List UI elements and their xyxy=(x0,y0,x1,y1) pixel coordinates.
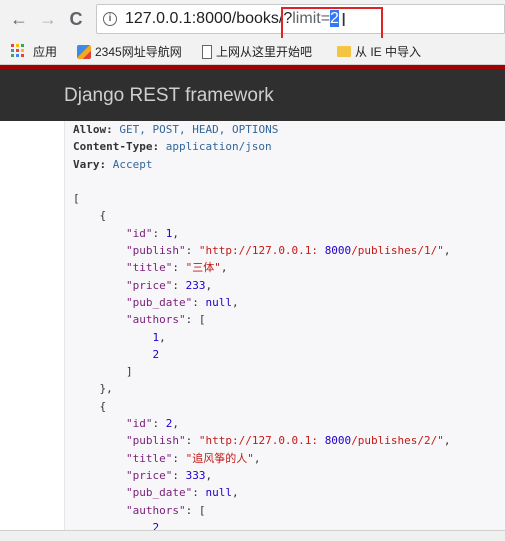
url-base: 127.0.0.1:8000/books/? xyxy=(125,10,293,27)
header-key: Content-Type: xyxy=(73,140,160,154)
bookmarks-bar: 应用 2345网址导航网 上网从这里开始吧 从 IE 中导入 xyxy=(0,38,505,65)
bookmark-label: 2345网址导航网 xyxy=(95,45,182,59)
bookmark-label: 从 IE 中导入 xyxy=(355,45,422,59)
browser-toolbar: ← → C i 127.0.0.1:8000/books/?limit=2 I xyxy=(0,0,505,38)
json-line: "authors": [ xyxy=(125,313,206,327)
json-line: 1, xyxy=(152,330,166,344)
json-body: [ { "id": 1, "publish": "http://127.0.0.… xyxy=(73,190,451,536)
bottom-status-bar xyxy=(0,530,505,541)
header-value: GET, POST, HEAD, OPTIONS xyxy=(119,123,279,136)
json-line: }, xyxy=(73,382,113,396)
json-line: "title": "追风筝的人", xyxy=(125,451,261,465)
json-line: "price": 333, xyxy=(125,468,213,482)
json-line: "authors": [ xyxy=(125,503,206,517)
folder-icon xyxy=(337,46,351,57)
header-value: application/json xyxy=(165,140,272,154)
json-line: 2 xyxy=(152,347,160,361)
json-line: "pub_date": null, xyxy=(125,486,239,500)
json-line: "title": "三体", xyxy=(125,261,228,275)
json-line: "id": 2, xyxy=(125,417,179,431)
info-icon[interactable]: i xyxy=(103,12,117,26)
back-icon[interactable]: ← xyxy=(9,9,29,29)
bookmark-apps[interactable]: 应用 xyxy=(33,43,57,60)
header-line: Allow: GET, POST, HEAD, OPTIONS xyxy=(73,121,451,138)
json-line: "publish": "http://127.0.0.1: 8000/publi… xyxy=(125,434,451,448)
site-logo-icon xyxy=(77,45,91,59)
bookmark-start[interactable]: 上网从这里开始吧 xyxy=(202,43,312,60)
header-value: Accept xyxy=(112,157,153,171)
header-key: Allow: xyxy=(73,123,113,136)
bookmark-label: 应用 xyxy=(33,45,58,59)
json-line: "pub_date": null, xyxy=(125,295,239,309)
drf-navbar: Django REST framework xyxy=(0,69,505,121)
bookmark-label: 上网从这里开始吧 xyxy=(216,45,313,59)
forward-icon[interactable]: → xyxy=(38,9,58,29)
response-panel: Allow: GET, POST, HEAD, OPTIONS Content-… xyxy=(64,121,505,540)
header-line: Content-Type: application/json xyxy=(73,138,451,155)
json-line: { xyxy=(73,399,107,413)
json-line: ] xyxy=(73,365,133,379)
left-margin xyxy=(0,121,64,540)
drf-brand[interactable]: Django REST framework xyxy=(64,85,274,107)
response-code: Allow: GET, POST, HEAD, OPTIONS Content-… xyxy=(73,121,451,536)
header-line: Vary: Accept xyxy=(73,156,451,173)
json-line: [ xyxy=(73,192,80,206)
bookmark-2345[interactable]: 2345网址导航网 xyxy=(77,43,182,60)
apps-icon[interactable] xyxy=(11,44,25,58)
annotation-highlight-box xyxy=(281,7,383,41)
json-line: "id": 1, xyxy=(125,226,179,240)
json-line: "price": 233, xyxy=(125,278,213,292)
json-line: { xyxy=(73,209,107,223)
json-line: "publish": "http://127.0.0.1: 8000/publi… xyxy=(125,244,451,258)
header-key: Vary: xyxy=(73,157,107,171)
reload-icon[interactable]: C xyxy=(66,9,86,29)
page-icon xyxy=(202,45,212,59)
bookmark-import-ie[interactable]: 从 IE 中导入 xyxy=(337,43,421,60)
